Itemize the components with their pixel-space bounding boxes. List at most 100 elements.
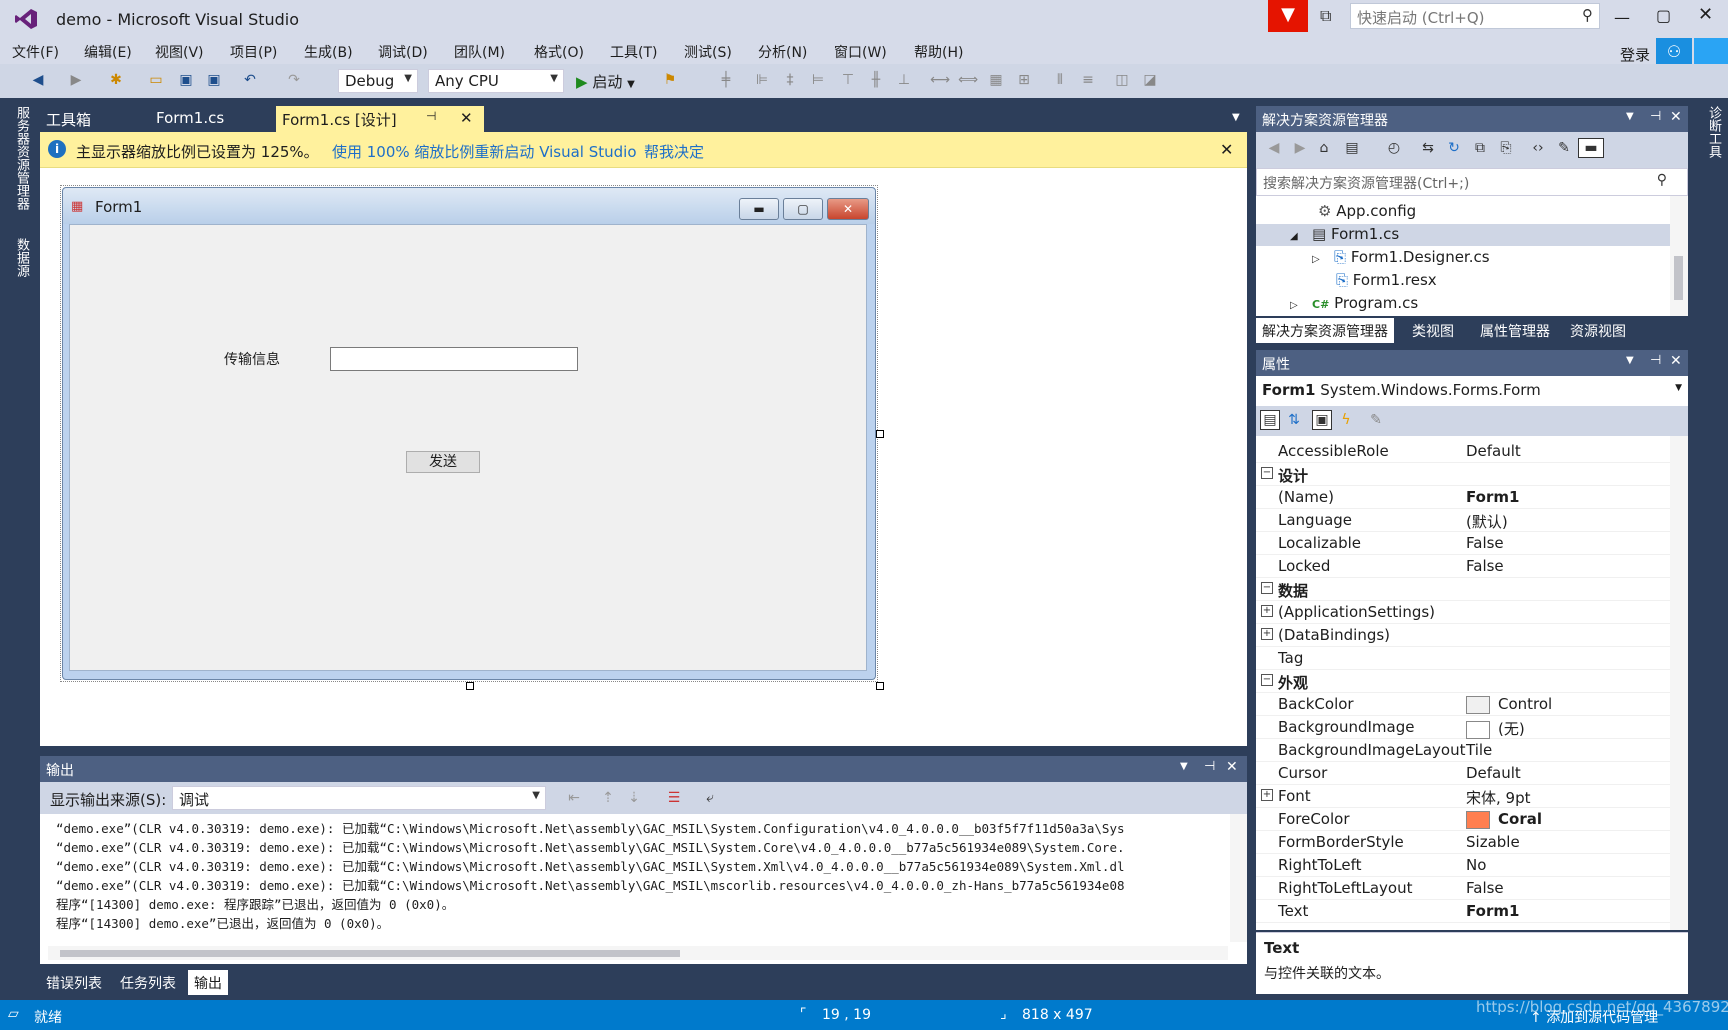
tab-form1-design[interactable]: Form1.cs [设计] ⊣ ✕ (276, 106, 484, 132)
property-value[interactable]: Coral (1466, 810, 1542, 829)
close-tab-icon[interactable]: ✕ (460, 109, 473, 127)
send-to-back-icon[interactable]: ◪ (1140, 70, 1160, 90)
prev-message-icon[interactable]: ⇡ (598, 788, 618, 808)
restart-100-link[interactable]: 使用 100% 缩放比例重新启动 Visual Studio (332, 141, 637, 162)
form1-window[interactable]: ▦ Form1 ▬ ▢ ✕ 传输信息 发送 (62, 187, 876, 680)
live-share-button[interactable] (1694, 38, 1728, 66)
menu-help[interactable]: 帮助(H) (914, 42, 963, 62)
collapse-all-icon[interactable]: ⧉ (1470, 138, 1490, 158)
property-row[interactable]: ForeColor Coral (1256, 808, 1670, 831)
transfer-info-textbox[interactable] (330, 347, 578, 371)
property-value[interactable]: False (1466, 534, 1504, 552)
tab-toolbox[interactable]: 工具箱 (40, 106, 97, 132)
tree-item-app-config[interactable]: ⚙ App.config (1318, 202, 1416, 220)
menu-team[interactable]: 团队(M) (454, 42, 505, 62)
close-window-button[interactable]: ✕ (1698, 4, 1713, 25)
property-value[interactable]: Tile (1466, 741, 1492, 759)
se-close-icon[interactable]: ✕ (1670, 109, 1682, 125)
properties-object-select[interactable]: Form1 System.Windows.Forms.Form ▼ (1256, 376, 1688, 406)
alphabetical-icon[interactable]: ⇅ (1284, 410, 1304, 430)
redo-icon[interactable]: ↷ (284, 70, 304, 90)
tab-error-list[interactable]: 错误列表 (40, 970, 108, 995)
browser-link-icon[interactable]: ⚑ (660, 70, 680, 90)
tab-property-manager[interactable]: 属性管理器 (1474, 318, 1556, 343)
output-source-select[interactable]: 调试 ▼ (172, 786, 546, 810)
properties-wrench-icon[interactable]: ✎ (1554, 138, 1574, 158)
navigate-back-icon[interactable]: ◀ (28, 70, 48, 90)
navigate-forward-icon[interactable]: ▶ (66, 70, 86, 90)
property-value[interactable]: Form1 (1466, 488, 1519, 506)
resize-handle-right[interactable] (876, 430, 884, 438)
align-centers-icon[interactable]: ‡ (780, 70, 800, 90)
tab-overflow-icon[interactable]: ▼ (1232, 112, 1240, 123)
pr-dropdown-icon[interactable]: ▼ (1626, 355, 1634, 366)
property-row[interactable]: + (ApplicationSettings) (1256, 601, 1670, 624)
save-icon[interactable]: ▣ (176, 70, 196, 90)
tab-form1-code[interactable]: Form1.cs (150, 106, 230, 132)
form-minimize-button[interactable]: ▬ (739, 198, 779, 220)
form-maximize-button[interactable]: ▢ (783, 198, 823, 220)
output-close-icon[interactable]: ✕ (1226, 759, 1238, 775)
new-project-icon[interactable]: ✱ (106, 70, 126, 90)
property-row[interactable]: Language (默认) (1256, 509, 1670, 532)
pin-icon[interactable]: ⊣ (426, 109, 436, 123)
property-pages-icon[interactable]: ✎ (1366, 410, 1386, 430)
property-value[interactable]: False (1466, 879, 1504, 897)
switch-views-icon[interactable]: ▤ (1342, 138, 1362, 158)
menu-format[interactable]: 格式(O) (534, 42, 584, 62)
menu-analyze[interactable]: 分析(N) (758, 42, 807, 62)
property-grid-scrollbar[interactable] (1670, 436, 1688, 930)
align-lefts-icon[interactable]: ⊫ (752, 70, 772, 90)
feedback-icon[interactable]: ⧉ (1320, 6, 1331, 26)
property-row[interactable]: Tag (1256, 647, 1670, 670)
tree-item-form1-designer[interactable]: ▷ ⎘ Form1.Designer.cs (1312, 248, 1490, 266)
expand-icon[interactable]: + (1261, 605, 1273, 617)
save-all-icon[interactable]: ▣ (204, 70, 224, 90)
property-row[interactable]: Locked False (1256, 555, 1670, 578)
property-category[interactable]: − 外观 (1256, 670, 1670, 693)
property-value[interactable]: Default (1466, 764, 1521, 782)
pr-pin-icon[interactable]: ⊣ (1650, 353, 1661, 368)
property-row[interactable]: + (DataBindings) (1256, 624, 1670, 647)
output-hscrollbar[interactable] (48, 946, 1228, 960)
property-value[interactable]: 宋体, 9pt (1466, 787, 1530, 808)
minimize-button[interactable]: — (1614, 8, 1630, 27)
pending-changes-icon[interactable]: ◴ (1384, 138, 1404, 158)
next-message-icon[interactable]: ⇣ (624, 788, 644, 808)
horizontal-spacing-icon[interactable]: ⫴ (1050, 70, 1070, 90)
tab-output[interactable]: 输出 (188, 970, 228, 995)
property-row[interactable]: BackgroundImage (无) (1256, 716, 1670, 739)
output-pin-icon[interactable]: ⊣ (1204, 759, 1215, 774)
preview-selected-icon[interactable]: ▬ (1578, 138, 1604, 158)
open-file-icon[interactable]: ▭ (146, 70, 166, 90)
property-value[interactable]: Control (1466, 695, 1552, 714)
server-explorer-tab[interactable]: 服务器资源管理器 (12, 106, 31, 210)
find-message-icon[interactable]: ⇤ (564, 788, 584, 808)
se-forward-icon[interactable]: ▶ (1290, 138, 1310, 158)
refresh-icon[interactable]: ↻ (1444, 138, 1464, 158)
resize-handle-bottom[interactable] (466, 682, 474, 690)
menu-test[interactable]: 测试(S) (684, 42, 732, 62)
tab-task-list[interactable]: 任务列表 (114, 970, 182, 995)
quick-launch-input[interactable]: 快速启动 (Ctrl+Q) ⚲ (1350, 3, 1600, 29)
tab-class-view[interactable]: 类视图 (1406, 318, 1460, 343)
menu-file[interactable]: 文件(F) (12, 42, 59, 62)
property-value[interactable]: Form1 (1466, 902, 1519, 920)
output-vscrollbar[interactable] (1230, 814, 1247, 942)
make-same-size-icon[interactable]: ▦ (986, 70, 1006, 90)
home-icon[interactable]: ⌂ (1314, 138, 1334, 158)
collapse-icon[interactable]: − (1261, 582, 1273, 594)
menu-view[interactable]: 视图(V) (155, 42, 204, 62)
menu-build[interactable]: 生成(B) (304, 42, 353, 62)
property-category[interactable]: − 数据 (1256, 578, 1670, 601)
clear-all-icon[interactable]: ☰ (664, 788, 684, 808)
undo-icon[interactable]: ↶ (240, 70, 260, 90)
solution-explorer-search[interactable]: 搜索解决方案资源管理器(Ctrl+;) ⚲ (1256, 168, 1688, 196)
property-value[interactable]: No (1466, 856, 1486, 874)
align-middles-icon[interactable]: ╫ (866, 70, 886, 90)
output-dropdown-icon[interactable]: ▼ (1180, 761, 1188, 772)
se-back-icon[interactable]: ◀ (1264, 138, 1284, 158)
solution-config-select[interactable]: Debug ▼ (338, 69, 418, 93)
se-scrollbar[interactable] (1670, 196, 1688, 316)
word-wrap-icon[interactable]: ⤶ (700, 788, 720, 808)
